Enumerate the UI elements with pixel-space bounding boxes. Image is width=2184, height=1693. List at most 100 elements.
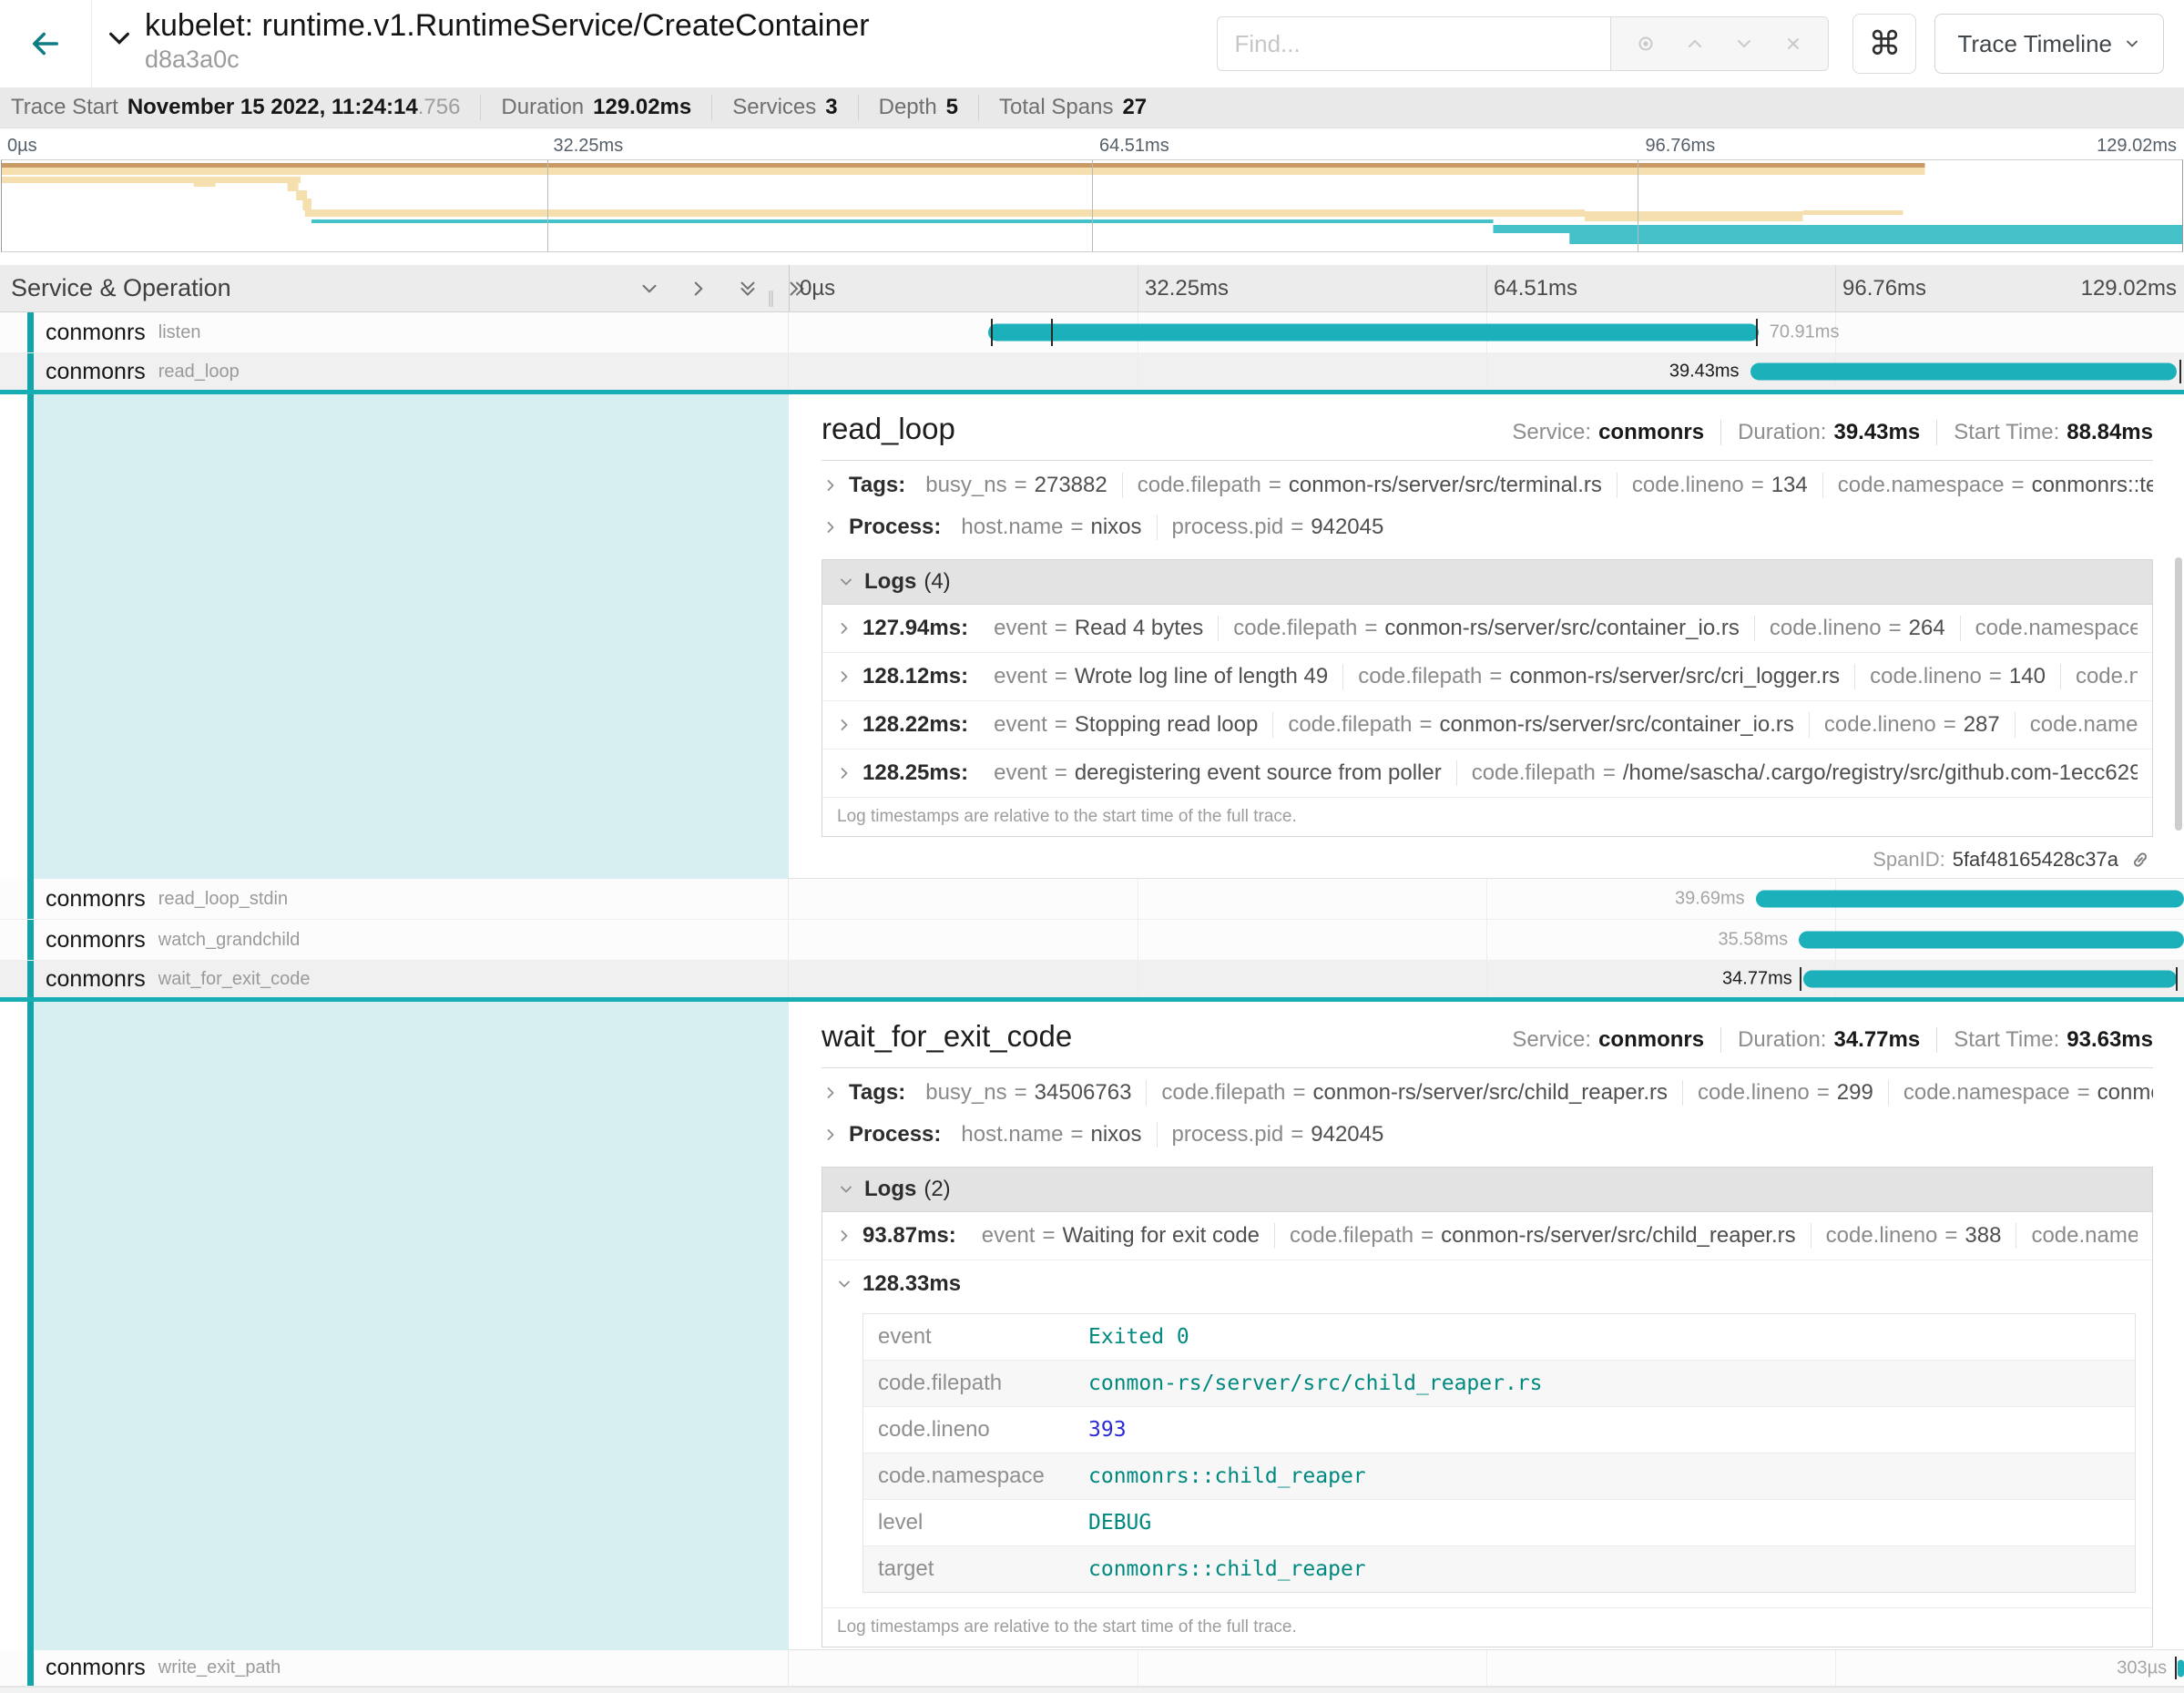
log-field: code.filepath=conmon-rs/server/src/child… [1274,1223,1811,1249]
tags-row-items: busy_ns=273882code.filepath=conmon-rs/se… [911,473,2153,498]
log-field: code.lineno=287 [1809,712,2015,738]
equals-sign: = [1944,1223,1957,1249]
span-row[interactable]: conmonrsread_loop39.43ms [0,353,2184,394]
summary-value-suffix: .756 [418,95,461,120]
log-field-value: 140 [2009,664,2046,689]
span-row[interactable]: conmonrswrite_exit_path303µs [0,1650,2184,1687]
field-key: target [863,1546,1079,1592]
logs-header[interactable]: Logs(4) [822,560,2152,605]
chevron-right-icon[interactable] [835,619,853,637]
axis-tick-label: 129.02ms [2081,276,2177,301]
log-entry[interactable]: 128.22ms:event=Stopping read loopcode.fi… [822,700,2152,749]
chevron-right-icon[interactable] [835,716,853,734]
chevron-down-icon[interactable] [835,1275,853,1293]
column-resize-grip[interactable]: ∥ [767,289,775,308]
chevron-right-icon[interactable] [822,476,840,495]
page-scrollbar-thumb[interactable] [2175,557,2182,831]
process-row-label: Process: [849,515,941,540]
span-bar[interactable] [1803,971,2178,988]
log-entry[interactable]: 128.12ms:event=Wrote log line of length … [822,652,2152,700]
meta-value: 93.63ms [2067,1027,2153,1052]
service-name: conmonrs [46,966,146,993]
logs-header[interactable]: Logs(2) [822,1168,2152,1212]
span-indent-bar [27,920,34,960]
title-collapse-toggle[interactable] [105,24,134,87]
find-input[interactable] [1217,16,1610,71]
detail-highlight-column [34,1002,789,1650]
keyboard-shortcuts-button[interactable]: ⌘ [1852,14,1916,74]
meta-label: Service: [1512,1027,1591,1052]
equals-sign: = [1055,712,1067,738]
span-meta: Service:conmonrsDuration:34.77msStart Ti… [1512,1027,2153,1053]
tag-value: nixos [1090,515,1141,540]
span-row[interactable]: conmonrslisten70.91ms [0,312,2184,353]
chevron-right-icon[interactable] [835,764,853,782]
log-field-key: code.namespace [2030,712,2138,738]
process-row: Process:host.name=nixosprocess.pid=94204… [822,1114,2153,1156]
trace-view-selector[interactable]: Trace Timeline [1934,14,2164,74]
chevron-down-icon[interactable] [837,1180,855,1198]
log-entry-header[interactable]: 128.33ms [822,1260,2152,1308]
tags-row: Tags:busy_ns=34506763code.filepath=conmo… [822,1072,2153,1114]
log-entry[interactable]: 127.94ms:event=Read 4 bytescode.filepath… [822,605,2152,652]
chevron-path [835,619,853,637]
summary-value: 3 [825,95,837,120]
axis-tick-label: 64.51ms [1099,136,1169,157]
detail-highlight-column [34,394,789,879]
log-entry[interactable]: 128.25ms:event=deregistering event sourc… [822,749,2152,797]
equals-sign: = [1489,664,1502,689]
find-next-icon[interactable] [1733,33,1755,55]
back-button[interactable] [0,0,92,87]
span-event-tick [2175,1657,2177,1679]
span-bar[interactable] [2178,1659,2184,1677]
duration-label: 34.77ms [1722,969,1792,990]
log-field-value: Stopping read loop [1075,712,1259,738]
log-field-key: code.lineno [1826,1223,1938,1249]
log-field: event=deregistering event source from po… [979,760,1456,786]
tag-value: 34506763 [1035,1080,1132,1106]
span-row[interactable]: conmonrs wait_for_exit_code 34.77ms [0,961,2184,1002]
chevron-right-icon[interactable] [822,518,840,536]
span-bar[interactable] [988,324,1759,342]
log-field: event=Wrote log line of length 49 [979,664,1342,689]
collapse-one-icon[interactable] [638,277,661,301]
collapse-all-icon[interactable] [736,277,760,301]
span-link-icon[interactable] [2129,849,2151,871]
span-row[interactable]: conmonrswatch_grandchild35.58ms [0,920,2184,961]
chevron-right-icon[interactable] [822,1084,840,1102]
chevron-right-icon[interactable] [822,1126,840,1144]
operation-name: wait_for_exit_code [158,969,311,990]
field-value: conmonrs::child_reaper [1079,1453,2135,1499]
header-controls: ⌘ Trace Timeline [1217,0,2184,87]
span-bar[interactable] [1756,891,2184,908]
log-field-key: event [994,664,1047,689]
clear-find-icon[interactable] [1782,33,1804,55]
log-field-value: conmon-rs/server/src/container_io.rs [1439,712,1793,738]
minimap-canvas[interactable] [1,159,2183,252]
span-bar[interactable] [1750,363,2178,381]
span-bar[interactable] [1799,932,2184,949]
expand-one-icon[interactable] [687,277,710,301]
span-row[interactable]: conmonrsread_loop_stdin39.69ms [0,879,2184,920]
find-prev-icon[interactable] [1684,33,1706,55]
field-value: DEBUG [1079,1500,2135,1545]
field-value: Exited 0 [1079,1314,2135,1360]
meta-label: Start Time: [1954,420,2059,444]
log-field-value: 264 [1909,616,1945,641]
equals-sign: = [1364,616,1377,641]
find-tools [1610,16,1829,71]
grid-header-gridline [1835,265,1836,311]
meta-value: 34.77ms [1833,1027,1920,1052]
log-fields-table: eventExited 0code.filepathconmon-rs/serv… [862,1313,2136,1593]
logs-title: Logs [864,569,916,595]
field-value: conmon-rs/server/src/child_reaper.rs [1079,1361,2135,1406]
chevron-right-icon[interactable] [835,1227,853,1245]
focus-target-icon[interactable] [1635,33,1657,55]
log-entry[interactable]: 93.87ms:event=Waiting for exit codecode.… [822,1212,2152,1260]
equals-sign: = [1421,1223,1434,1249]
log-field-key: code.lineno [1870,664,1982,689]
chevron-right-icon[interactable] [835,668,853,686]
chevron-down-icon[interactable] [837,573,855,591]
log-field: code.namespace=co… [2060,664,2138,689]
span-indent-bar [27,961,34,997]
